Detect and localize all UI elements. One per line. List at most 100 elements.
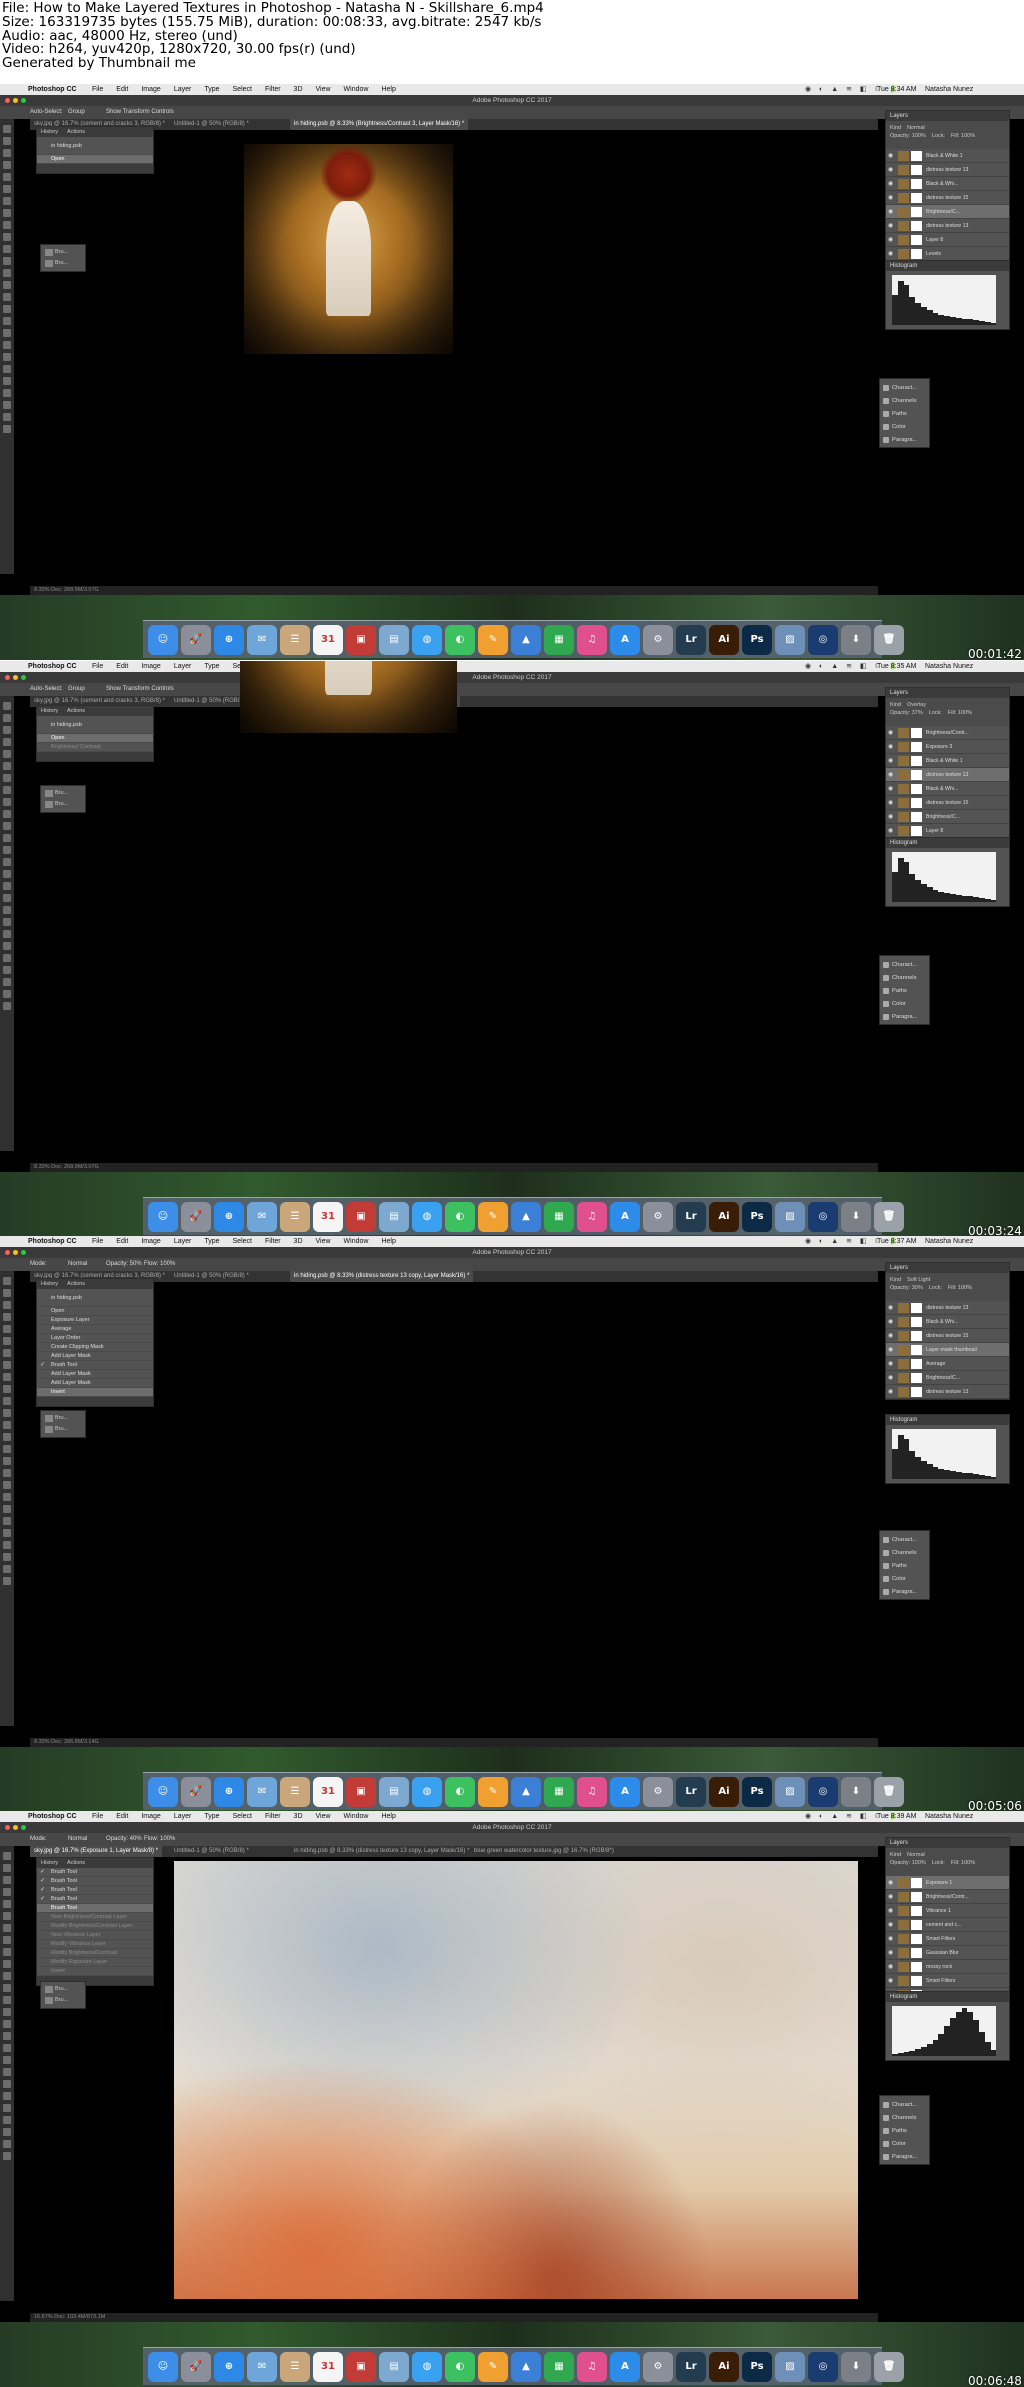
panel-item[interactable]: Paragra...: [880, 1586, 929, 1599]
visibility-eye-icon[interactable]: ◉: [888, 1918, 893, 1931]
safari-icon[interactable]: ⊕: [214, 2351, 244, 2382]
layer-mask-thumbnail[interactable]: [911, 221, 922, 231]
tool-icon[interactable]: [3, 702, 11, 710]
tool-icon[interactable]: [3, 1445, 11, 1453]
user-name[interactable]: Natasha Nunez: [925, 84, 973, 95]
contacts-icon[interactable]: ☰: [280, 2351, 310, 2382]
layer-mask-thumbnail[interactable]: [911, 1345, 922, 1355]
layer-row[interactable]: ◉ mossy rock: [886, 1960, 1009, 1974]
layer-row[interactable]: ◉ Exposure 1: [886, 1876, 1009, 1890]
layer-mask-thumbnail[interactable]: [911, 770, 922, 780]
calendar-icon[interactable]: 31: [313, 2351, 343, 2382]
menu-item-3d[interactable]: 3D: [294, 1236, 303, 1247]
tool-icon[interactable]: [3, 2044, 11, 2052]
menu-item-edit[interactable]: Edit: [116, 1236, 128, 1247]
tool-icon[interactable]: [3, 1325, 11, 1333]
numbers-icon[interactable]: ▦: [544, 624, 574, 655]
layers-control[interactable]: Fill: 100%: [948, 710, 972, 716]
safari-icon[interactable]: ⊕: [214, 1201, 244, 1232]
keynote-icon[interactable]: ▲: [511, 1201, 541, 1232]
tool-icon[interactable]: [3, 1301, 11, 1309]
layers-control[interactable]: Kind: [890, 702, 901, 708]
history-state[interactable]: ✓ Brush Tool: [37, 1895, 153, 1904]
mail-icon[interactable]: ✉: [247, 1776, 277, 1807]
facetime-icon[interactable]: ◐: [445, 2351, 475, 2382]
menu-item-layer[interactable]: Layer: [174, 1236, 192, 1247]
history-state[interactable]: Invert: [37, 1388, 153, 1397]
layer-mask-thumbnail[interactable]: [911, 235, 922, 245]
panel-item[interactable]: Channels: [880, 2112, 929, 2125]
tool-icon[interactable]: [3, 2092, 11, 2100]
history-state[interactable]: in hiding.psb: [37, 1289, 153, 1307]
messages-icon[interactable]: ◍: [412, 1201, 442, 1232]
layers-control[interactable]: Opacity: 100%: [890, 133, 926, 139]
history-state[interactable]: Invert: [37, 1967, 153, 1976]
menu-item-help[interactable]: Help: [381, 1811, 395, 1822]
layer-row[interactable]: ◉ Black & White 1: [886, 754, 1009, 768]
tool-icon[interactable]: [3, 1409, 11, 1417]
lightroom-icon[interactable]: Lr: [676, 1776, 706, 1807]
panel-item[interactable]: Color: [880, 2138, 929, 2151]
trash-icon[interactable]: 🗑: [874, 1776, 904, 1807]
keynote-icon[interactable]: ▲: [511, 624, 541, 655]
facetime-icon[interactable]: ◐: [445, 1776, 475, 1807]
tool-icon[interactable]: [3, 1852, 11, 1860]
document-tab[interactable]: in hiding.psb @ 8.33% (Brightness/Contra…: [290, 119, 469, 130]
visibility-eye-icon[interactable]: ◉: [888, 1960, 893, 1973]
itunes-icon[interactable]: ♫: [577, 624, 607, 655]
layer-row[interactable]: ◉ distress texture 15: [886, 796, 1009, 810]
itunes-icon[interactable]: ♫: [577, 1201, 607, 1232]
tool-icon[interactable]: [3, 1960, 11, 1968]
brush-preset[interactable]: Bru...: [43, 1995, 83, 2006]
panel-item[interactable]: Paths: [880, 2125, 929, 2138]
numbers-icon[interactable]: ▦: [544, 1201, 574, 1232]
illustrator-icon[interactable]: Ai: [709, 1201, 739, 1232]
layer-mask-thumbnail[interactable]: [911, 798, 922, 808]
layer-row[interactable]: ◉ distress texture 15: [886, 191, 1009, 205]
layer-row[interactable]: ◉ Levels: [886, 247, 1009, 261]
launchpad-icon[interactable]: 🚀: [181, 624, 211, 655]
layer-mask-thumbnail[interactable]: [911, 784, 922, 794]
brush-preset[interactable]: Bru...: [43, 1413, 83, 1424]
layers-control[interactable]: Lock:: [932, 133, 945, 139]
panel-item[interactable]: Color: [880, 1573, 929, 1586]
safari-icon[interactable]: ⊕: [214, 624, 244, 655]
layers-control[interactable]: Lock:: [932, 1860, 945, 1866]
panel-item[interactable]: Paragra...: [880, 2151, 929, 2164]
history-state[interactable]: Modify Vibrance Layer: [37, 1940, 153, 1949]
user-name[interactable]: Natasha Nunez: [925, 661, 973, 672]
history-tab[interactable]: Actions: [67, 1858, 85, 1868]
layer-mask-thumbnail[interactable]: [911, 151, 922, 161]
menu-item-window[interactable]: Window: [344, 1811, 369, 1822]
layer-row[interactable]: ◉ Smart Filters: [886, 1974, 1009, 1988]
lightroom-icon[interactable]: Lr: [676, 1201, 706, 1232]
history-state[interactable]: ✓ Brush Tool: [37, 1868, 153, 1877]
tool-icon[interactable]: [3, 870, 11, 878]
tool-option[interactable]: Auto-Select:: [30, 106, 63, 119]
layer-mask-thumbnail[interactable]: [911, 1373, 922, 1383]
layer-row[interactable]: ◉ Layer 8: [886, 233, 1009, 247]
tool-option[interactable]: Normal: [68, 1833, 87, 1846]
menu-item-type[interactable]: Type: [204, 1236, 219, 1247]
tool-icon[interactable]: [3, 149, 11, 157]
tool-icon[interactable]: [3, 1002, 11, 1010]
history-state[interactable]: Brightness/ Contrast: [37, 743, 153, 752]
visibility-eye-icon[interactable]: ◉: [888, 768, 893, 781]
history-state[interactable]: ✓ Brush Tool: [37, 1886, 153, 1895]
app-name-menu[interactable]: Photoshop CC: [28, 1236, 77, 1247]
tool-icon[interactable]: [3, 1421, 11, 1429]
menu-item-window[interactable]: Window: [344, 1236, 369, 1247]
layer-row[interactable]: ◉ Average: [886, 1357, 1009, 1371]
photoshop-icon[interactable]: Ps: [742, 1201, 772, 1232]
layers-control[interactable]: Opacity: 30%: [890, 1285, 923, 1291]
photoshop-icon[interactable]: Ps: [742, 624, 772, 655]
tool-icon[interactable]: [3, 245, 11, 253]
tool-icon[interactable]: [3, 894, 11, 902]
menu-item-3d[interactable]: 3D: [294, 84, 303, 95]
photoshop-icon[interactable]: Ps: [742, 1776, 772, 1807]
menu-item-type[interactable]: Type: [204, 84, 219, 95]
history-state[interactable]: Layer Order: [37, 1334, 153, 1343]
tool-icon[interactable]: [3, 1924, 11, 1932]
tool-icon[interactable]: [3, 726, 11, 734]
app-store-icon[interactable]: A: [610, 1776, 640, 1807]
